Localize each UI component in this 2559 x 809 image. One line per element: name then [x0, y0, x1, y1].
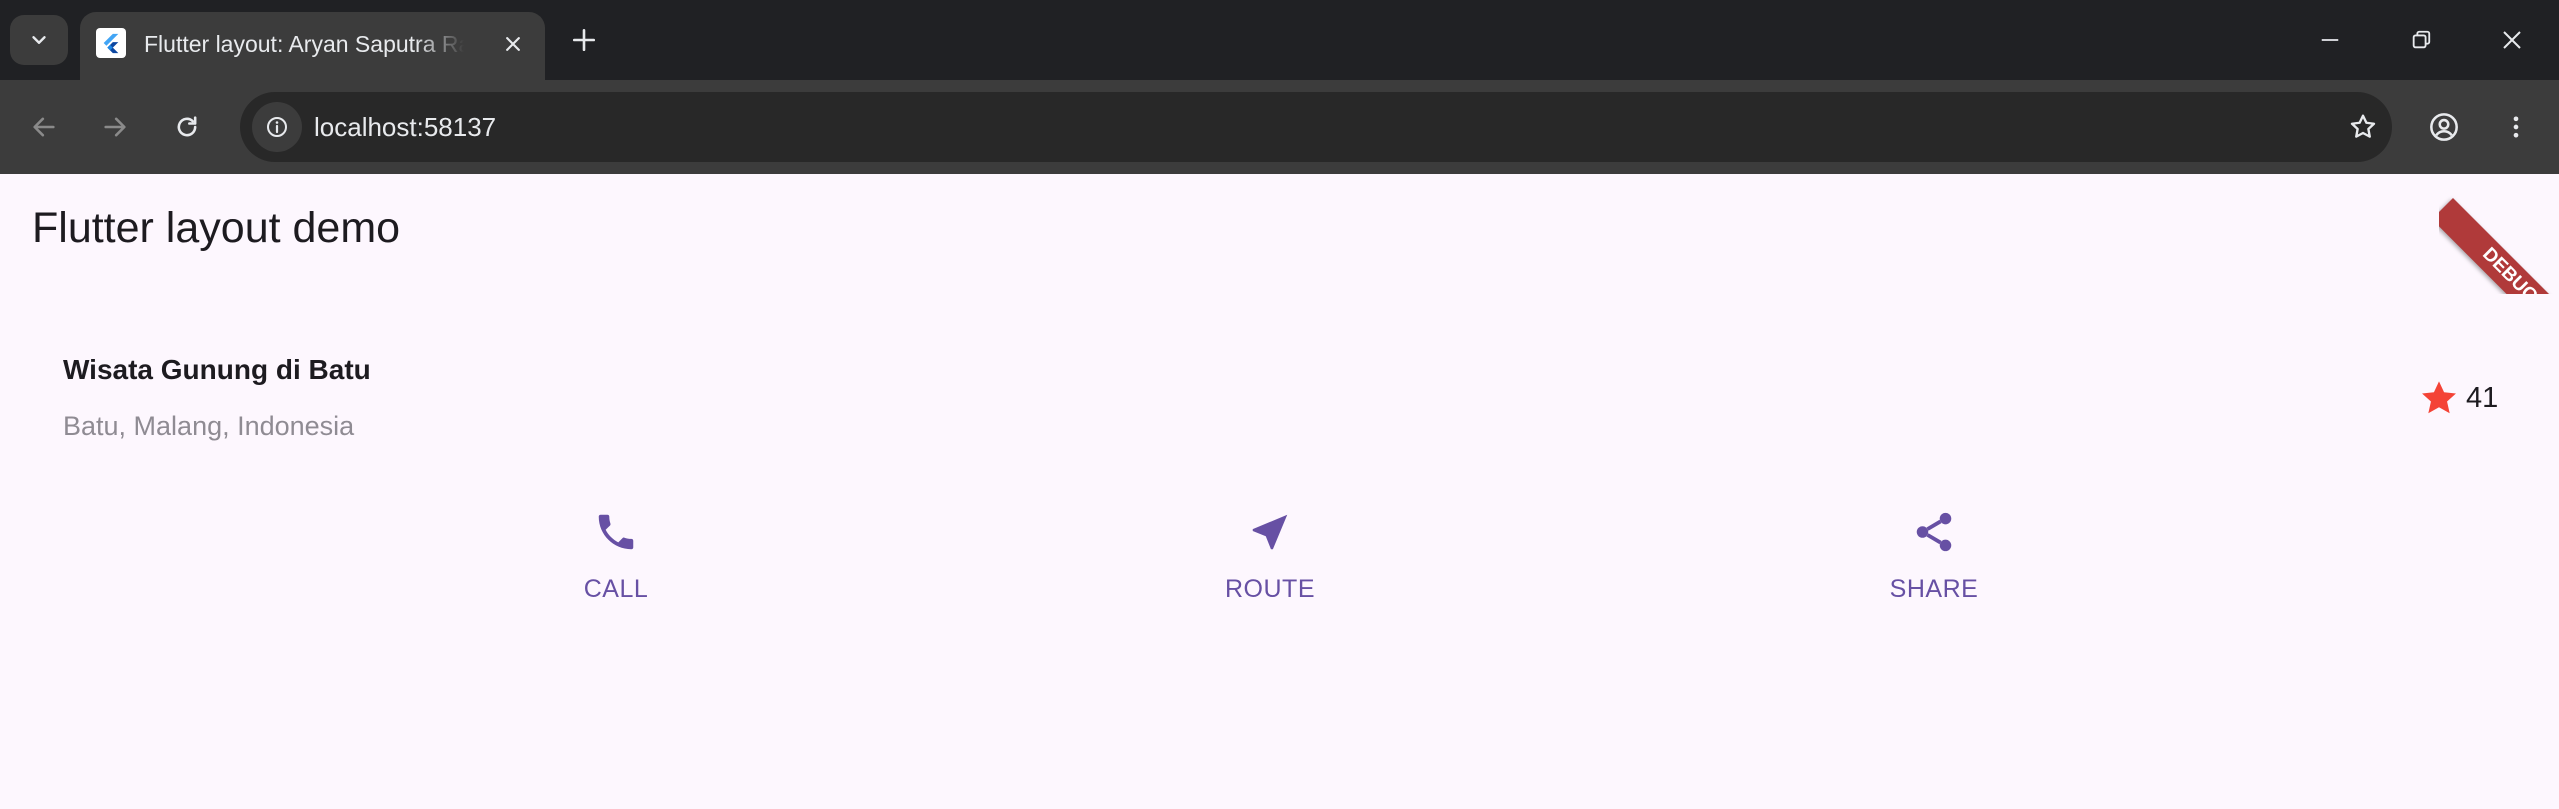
- arrow-left-icon: [33, 117, 55, 137]
- new-tab-button[interactable]: [564, 20, 604, 60]
- bookmark-button[interactable]: [2340, 104, 2386, 150]
- navigation-icon: [1252, 514, 1288, 550]
- plus-icon: [572, 28, 596, 52]
- minimize-button[interactable]: [2300, 10, 2360, 70]
- chevron-down-icon: [32, 36, 46, 44]
- tab-search-button[interactable]: [10, 15, 68, 65]
- back-button[interactable]: [19, 102, 69, 152]
- more-vert-icon: [2513, 116, 2519, 138]
- place-title: Wisata Gunung di Batu: [63, 354, 371, 385]
- debug-label: DEBUG: [2439, 198, 2559, 294]
- close-icon: [506, 37, 520, 51]
- reload-button[interactable]: [162, 102, 212, 152]
- reload-icon: [177, 116, 197, 137]
- share-button[interactable]: SHARE: [1834, 505, 2034, 615]
- profile-button[interactable]: [2419, 102, 2469, 152]
- phone-icon: [598, 514, 634, 550]
- arrow-right-icon: [104, 117, 126, 137]
- tab-title: Flutter layout: Aryan Saputra Ra: [144, 31, 464, 57]
- account-circle-icon: [2430, 113, 2458, 141]
- restore-icon: [2412, 30, 2431, 49]
- rating-count: 41: [2466, 381, 2499, 414]
- minimize-icon: [2321, 39, 2339, 41]
- star-icon: [2422, 381, 2456, 414]
- share-label: SHARE: [1889, 575, 1979, 603]
- place-subtitle: Batu, Malang, Indonesia: [63, 411, 355, 441]
- address-bar[interactable]: localhost:58137: [240, 92, 2392, 162]
- call-button[interactable]: CALL: [516, 505, 716, 615]
- site-info-button[interactable]: [252, 102, 302, 152]
- tab-close-button[interactable]: [495, 26, 531, 62]
- forward-button[interactable]: [90, 102, 140, 152]
- share-icon: [1916, 512, 1952, 552]
- call-label: CALL: [583, 575, 649, 603]
- info-icon: [267, 117, 287, 137]
- route-button[interactable]: ROUTE: [1170, 505, 1370, 615]
- restore-button[interactable]: [2391, 10, 2451, 70]
- menu-button[interactable]: [2491, 102, 2541, 152]
- browser-toolbar: localhost:58137: [0, 80, 2559, 174]
- close-window-button[interactable]: [2482, 10, 2542, 70]
- star-outline-icon: [2350, 114, 2376, 138]
- url-text[interactable]: localhost:58137: [314, 92, 496, 162]
- tab-strip: Flutter layout: Aryan Saputra Ra: [0, 0, 2559, 80]
- browser-tab[interactable]: Flutter layout: Aryan Saputra Ra: [80, 12, 545, 80]
- close-icon: [2503, 31, 2521, 49]
- flutter-favicon-icon: [96, 28, 126, 58]
- route-label: ROUTE: [1225, 575, 1315, 603]
- rating: 41: [2418, 376, 2498, 420]
- debug-banner: DEBUG: [2439, 174, 2559, 294]
- page-title: Flutter layout demo: [32, 204, 401, 252]
